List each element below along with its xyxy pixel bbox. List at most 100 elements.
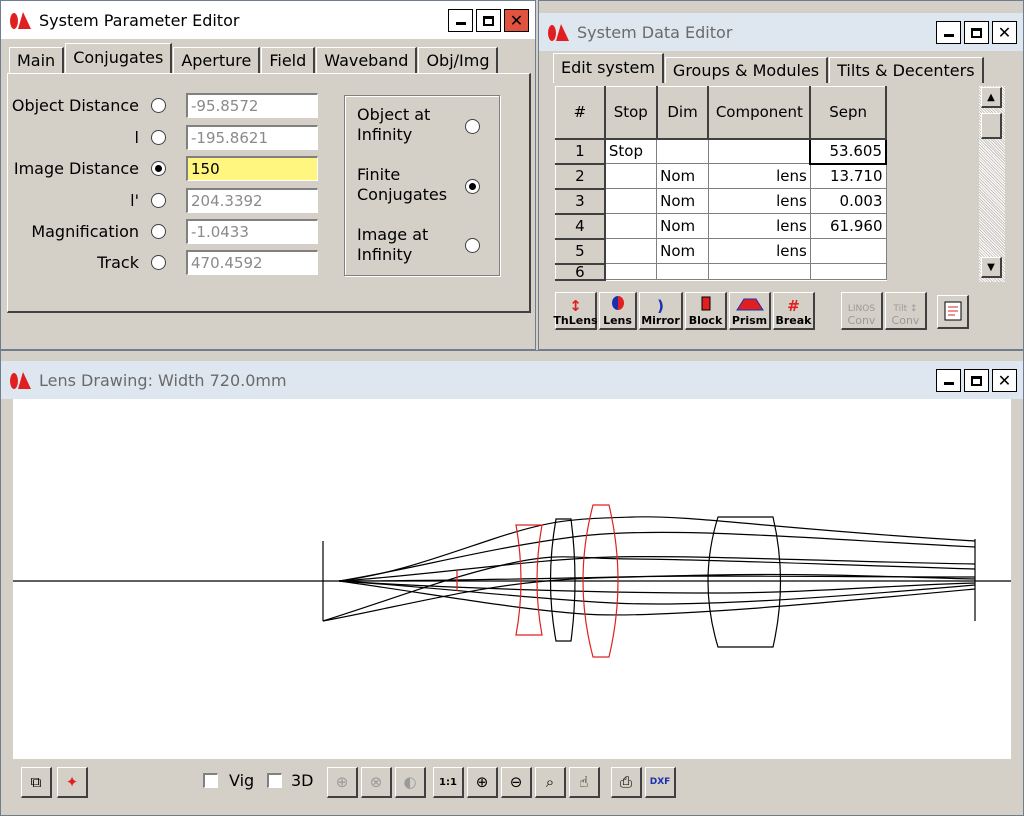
- lens-button[interactable]: Lens: [599, 292, 637, 330]
- row-number[interactable]: 1: [554, 138, 606, 165]
- maximize-button[interactable]: [964, 369, 989, 392]
- block-button[interactable]: Block: [685, 292, 727, 330]
- ld-titlebar[interactable]: Lens Drawing: Width 720.0mm ✕: [1, 361, 1023, 399]
- dim-cell[interactable]: [656, 263, 709, 280]
- close-button[interactable]: ✕: [992, 369, 1017, 392]
- row-number[interactable]: 3: [554, 188, 606, 215]
- dxf-export-button[interactable]: DXF: [645, 767, 676, 798]
- tab-aperture[interactable]: Aperture: [173, 47, 261, 73]
- zoom-out-button[interactable]: ⊖: [501, 767, 532, 798]
- lens-cross-button[interactable]: ⊗: [361, 767, 392, 798]
- lens-shade-button[interactable]: ◐: [395, 767, 426, 798]
- finite-conjugates-radio[interactable]: [465, 179, 480, 194]
- break-button[interactable]: # Break: [773, 292, 815, 330]
- stop-cell[interactable]: [604, 238, 658, 264]
- magnification-field[interactable]: -1.0433: [186, 219, 318, 244]
- notes-button[interactable]: [937, 295, 969, 329]
- maximize-button[interactable]: [476, 9, 501, 32]
- minimize-button[interactable]: [936, 21, 961, 44]
- row-number[interactable]: 5: [554, 238, 606, 265]
- l-field[interactable]: -195.8621: [186, 125, 318, 150]
- component-cell[interactable]: [707, 263, 811, 280]
- zoom-1to1-button[interactable]: 1:1: [433, 767, 464, 798]
- thlens-button[interactable]: ↕ ThLens: [553, 292, 598, 330]
- component-cell[interactable]: [707, 138, 811, 164]
- ray-toggle-button[interactable]: ✦: [57, 767, 88, 798]
- tab-edit-system[interactable]: Edit system: [553, 53, 664, 83]
- object-at-infinity-radio[interactable]: [465, 119, 480, 134]
- sepn-cell[interactable]: 53.605: [809, 137, 887, 165]
- component-cell[interactable]: lens: [707, 213, 811, 239]
- close-button[interactable]: ✕: [504, 9, 529, 32]
- image-distance-field[interactable]: 150: [186, 156, 318, 181]
- minimize-button[interactable]: [936, 369, 961, 392]
- col-sepn[interactable]: Sepn: [809, 86, 887, 140]
- stop-cell[interactable]: [604, 263, 658, 280]
- spe-titlebar[interactable]: System Parameter Editor ✕: [1, 1, 535, 39]
- view-select-button[interactable]: ⧉: [21, 767, 52, 798]
- tab-field[interactable]: Field: [261, 47, 316, 73]
- zoom-in-button[interactable]: ⊕: [467, 767, 498, 798]
- sde-titlebar[interactable]: System Data Editor ✕: [539, 13, 1023, 51]
- l-prime-radio[interactable]: [151, 193, 166, 208]
- spe-title: System Parameter Editor: [39, 10, 240, 30]
- zoom-fit-button[interactable]: ⌕: [535, 767, 566, 798]
- tab-groups-modules[interactable]: Groups & Modules: [664, 57, 829, 83]
- col-number[interactable]: #: [554, 86, 606, 140]
- mirror-button[interactable]: ) Mirror: [639, 292, 683, 330]
- col-dim[interactable]: Dim: [656, 86, 710, 140]
- col-stop[interactable]: Stop: [604, 86, 658, 140]
- sepn-cell[interactable]: 61.960: [809, 213, 887, 239]
- scroll-down-button[interactable]: ▼: [981, 257, 1002, 278]
- close-button[interactable]: ✕: [992, 21, 1017, 44]
- l-radio[interactable]: [151, 130, 166, 145]
- tab-waveband[interactable]: Waveband: [316, 47, 418, 73]
- tab-tilts-decenters[interactable]: Tilts & Decenters: [829, 57, 984, 83]
- sepn-cell[interactable]: 13.710: [809, 163, 887, 189]
- dim-cell[interactable]: [656, 138, 709, 164]
- dim-cell[interactable]: Nom: [656, 188, 709, 214]
- magnification-radio[interactable]: [151, 224, 166, 239]
- row-number[interactable]: 4: [554, 213, 606, 240]
- sepn-cell[interactable]: [809, 263, 887, 280]
- stop-cell[interactable]: [604, 188, 658, 214]
- scroll-thumb[interactable]: [981, 113, 1002, 139]
- minimize-button[interactable]: [448, 9, 473, 32]
- print-button[interactable]: ⎙: [611, 767, 642, 798]
- tab-main[interactable]: Main: [9, 47, 65, 73]
- component-cell[interactable]: lens: [707, 163, 811, 189]
- row-number[interactable]: 2: [554, 163, 606, 190]
- dim-cell[interactable]: Nom: [656, 163, 709, 189]
- linos-convert-button[interactable]: LINOS Conv: [841, 292, 883, 330]
- tilt-convert-button[interactable]: Tilt ↕ Conv: [885, 292, 927, 330]
- prism-button[interactable]: Prism: [729, 292, 771, 330]
- object-distance-field[interactable]: -95.8572: [186, 93, 318, 118]
- vig-checkbox[interactable]: [203, 773, 218, 788]
- sepn-cell[interactable]: [809, 238, 887, 264]
- stop-cell[interactable]: [604, 213, 658, 239]
- dim-cell[interactable]: Nom: [656, 238, 709, 264]
- track-field[interactable]: 470.4592: [186, 250, 318, 275]
- image-distance-radio[interactable]: [151, 161, 166, 176]
- maximize-button[interactable]: [964, 21, 989, 44]
- dim-cell[interactable]: Nom: [656, 213, 709, 239]
- pan-button[interactable]: ☝: [569, 767, 600, 798]
- app-logo-icon: [548, 24, 569, 41]
- l-prime-field[interactable]: 204.3392: [186, 188, 318, 213]
- component-cell[interactable]: lens: [707, 238, 811, 264]
- lens-drawing-canvas[interactable]: [13, 399, 1011, 759]
- lens-outline-button[interactable]: ⊕: [327, 767, 358, 798]
- 3d-checkbox[interactable]: [267, 773, 282, 788]
- tab-obj-img[interactable]: Obj/Img: [418, 47, 499, 73]
- scroll-up-button[interactable]: ▲: [981, 87, 1002, 108]
- component-cell[interactable]: lens: [707, 188, 811, 214]
- tab-conjugates[interactable]: Conjugates: [65, 43, 173, 73]
- object-distance-radio[interactable]: [151, 98, 166, 113]
- stop-cell[interactable]: Stop: [604, 138, 658, 164]
- image-at-infinity-radio[interactable]: [465, 238, 480, 253]
- row-number[interactable]: 6: [554, 263, 606, 281]
- track-radio[interactable]: [151, 255, 166, 270]
- col-component[interactable]: Component: [707, 86, 812, 140]
- sepn-cell[interactable]: 0.003: [809, 188, 887, 214]
- stop-cell[interactable]: [604, 163, 658, 189]
